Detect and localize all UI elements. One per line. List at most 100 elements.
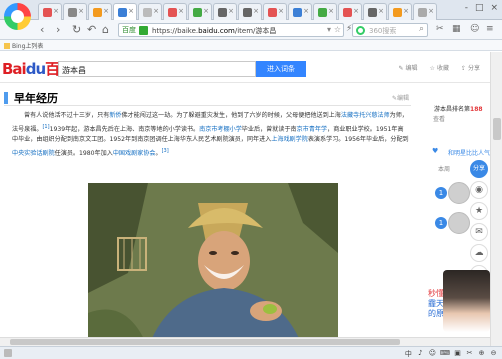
browser-tab[interactable]: × (88, 3, 112, 20)
edit-link[interactable]: ✎ 编辑 (399, 63, 418, 72)
link-dramatists-association[interactable]: 中国戏剧家协会 (113, 150, 156, 157)
browser-tab[interactable]: × (163, 3, 187, 20)
tab-close-icon[interactable]: × (103, 7, 109, 15)
scroll-thumb[interactable] (493, 118, 501, 140)
browser-tab[interactable]: × (238, 3, 262, 20)
article-photo[interactable] (88, 183, 338, 346)
tab-close-icon[interactable]: × (203, 7, 209, 15)
header-divider (0, 82, 490, 83)
tab-close-icon[interactable]: × (178, 7, 184, 15)
address-bar[interactable]: 百度 https://baike.baidu.com/item/游本昌 ▾ ☆ (118, 23, 344, 37)
user-icon[interactable]: ☺ (470, 23, 479, 36)
url-text[interactable]: https://baike.baidu.com/item/游本昌 (152, 26, 276, 36)
tab-close-icon[interactable]: × (428, 7, 434, 15)
browser-tab[interactable]: × (263, 3, 287, 20)
search-engine-icon[interactable] (356, 26, 365, 35)
citation-3[interactable]: [3] (162, 148, 169, 154)
browser-tab[interactable]: × (288, 3, 312, 20)
citation-1[interactable]: [1] (42, 124, 49, 130)
share-link[interactable]: ⇪ 分享 (461, 63, 480, 72)
status-tray-icon[interactable]: ⊕ (477, 349, 486, 359)
status-tray-icon[interactable]: 中 (404, 349, 413, 359)
avatar[interactable] (448, 212, 470, 234)
minimize-button[interactable]: - (465, 3, 468, 13)
baike-search-input[interactable]: 游本昌 (58, 61, 256, 77)
link-fazang-temple[interactable]: 法藏寺 (341, 112, 359, 119)
link-xingci[interactable]: 托兴慈法师 (359, 112, 389, 119)
status-tray-icon[interactable]: ♪ (416, 349, 425, 359)
pencil-icon: ✎ (398, 65, 404, 72)
refresh-icon[interactable]: ↻ (72, 23, 81, 36)
enter-entry-button[interactable]: 进入词条 (256, 61, 306, 77)
browser-tab[interactable]: × (138, 3, 162, 20)
close-button[interactable]: × (490, 3, 498, 13)
tab-close-icon[interactable]: × (78, 7, 84, 15)
window-controls: - □ × (465, 3, 498, 13)
link-kaopeng-school[interactable]: 南京市考棚小学 (199, 126, 242, 133)
tab-close-icon[interactable]: × (53, 7, 59, 15)
browser-tab[interactable]: × (413, 3, 437, 20)
search-box[interactable]: 360搜索 ⌕ (352, 23, 428, 37)
link-shanghai-theatre[interactable]: 上海戏剧学院 (271, 136, 308, 143)
cut-icon[interactable]: ✂ (436, 23, 444, 36)
dropdown-icon[interactable]: ▾ (327, 25, 331, 34)
browser-tab[interactable]: × (38, 3, 62, 20)
browser-tab[interactable]: × (188, 3, 212, 20)
weibo-icon[interactable]: ◉ (470, 181, 488, 199)
status-tray-icon[interactable]: ⊖ (489, 349, 498, 359)
home-icon[interactable]: ⌂ (102, 23, 109, 36)
undo-icon[interactable]: ↶ (87, 23, 96, 36)
status-tray-icon[interactable]: ▣ (453, 349, 462, 359)
tab-close-icon[interactable]: × (378, 7, 384, 15)
star-icon[interactable]: ★ (470, 202, 488, 220)
page-status-icon[interactable] (4, 349, 12, 357)
view-rank-link[interactable]: 查看 (433, 114, 445, 123)
browser-tab[interactable]: × (363, 3, 387, 20)
compare-stars-link[interactable]: 和明星比比人气 (448, 148, 490, 157)
avatar[interactable] (448, 182, 470, 204)
tab-close-icon[interactable]: × (278, 7, 284, 15)
link-youth-school[interactable]: 京市青年学 (297, 126, 327, 133)
section-edit-link[interactable]: ✎编辑 (392, 93, 409, 102)
browser-tab[interactable]: × (313, 3, 337, 20)
secure-lock-icon[interactable] (139, 26, 148, 35)
link-xinqiao[interactable]: 新侨 (109, 112, 121, 119)
tab-close-icon[interactable]: × (328, 7, 334, 15)
horizontal-scrollbar[interactable] (0, 337, 490, 346)
status-tray-icon[interactable]: ☺ (428, 349, 437, 359)
forward-icon[interactable]: › (56, 23, 60, 36)
browser-tab[interactable]: × (63, 3, 87, 20)
tab-favicon-icon (43, 8, 52, 17)
comment-icon[interactable]: ☁ (470, 244, 488, 262)
tab-close-icon[interactable]: × (153, 7, 159, 15)
vertical-scrollbar[interactable] (490, 52, 502, 346)
link-experimental-theatre[interactable]: 中央实验话剧院 (12, 150, 55, 157)
maximize-button[interactable]: □ (475, 3, 484, 13)
tab-favicon-icon (318, 8, 327, 17)
browser-tab[interactable]: × (388, 3, 412, 20)
search-icon[interactable]: ⌕ (419, 24, 424, 34)
collect-link[interactable]: ☆ 收藏 (430, 63, 449, 72)
wechat-icon[interactable]: ✉ (470, 223, 488, 241)
tab-close-icon[interactable]: × (253, 7, 259, 15)
browser-logo-icon[interactable] (4, 3, 31, 30)
tab-close-icon[interactable]: × (353, 7, 359, 15)
scroll-thumb[interactable] (10, 339, 400, 345)
share-button[interactable]: 分享 (470, 160, 488, 178)
menu-icon[interactable]: ≡ (486, 23, 494, 36)
browser-tab[interactable]: × (338, 3, 362, 20)
star-icon[interactable]: ☆ (334, 25, 341, 34)
ad-portrait-image[interactable] (443, 270, 490, 332)
browser-tab[interactable]: × (113, 3, 137, 20)
tab-close-icon[interactable]: × (403, 7, 409, 15)
week-tab[interactable]: 本周 (438, 164, 450, 173)
tab-close-icon[interactable]: × (303, 7, 309, 15)
tab-close-icon[interactable]: × (128, 7, 134, 15)
browser-tab[interactable]: × (213, 3, 237, 20)
apps-icon[interactable]: ▦ (452, 23, 461, 36)
status-tray-icon[interactable]: ⌨ (440, 349, 450, 359)
favorites-item[interactable]: Bing上列表 (4, 41, 43, 50)
status-tray-icon[interactable]: ✂ (465, 349, 474, 359)
back-icon[interactable]: ‹ (40, 23, 44, 36)
tab-close-icon[interactable]: × (228, 7, 234, 15)
